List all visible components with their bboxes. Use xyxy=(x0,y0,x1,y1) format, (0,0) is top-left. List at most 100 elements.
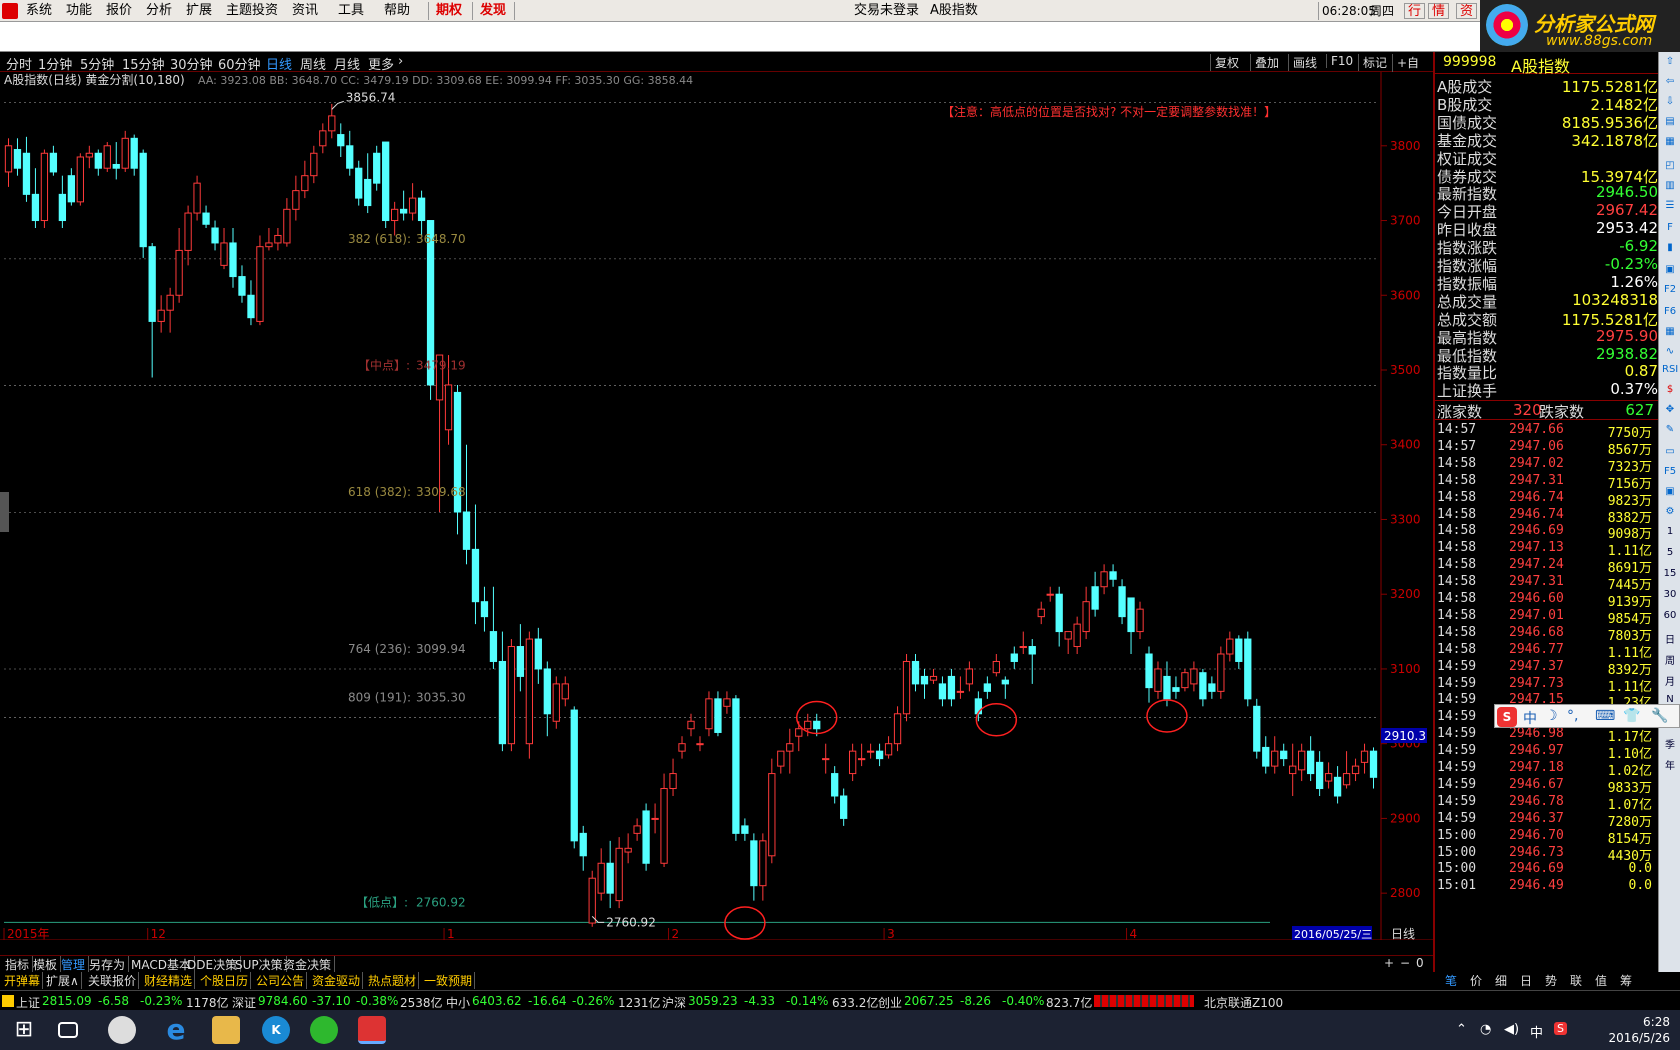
btn-draw-line[interactable]: 画线 xyxy=(1288,54,1321,71)
info-link[interactable]: 开弹幕 xyxy=(2,972,44,989)
quote-tab[interactable]: 势 xyxy=(1545,972,1557,989)
info-link[interactable]: 关联报价 xyxy=(86,972,140,989)
menu-theme-invest[interactable]: 主题投资 xyxy=(226,3,278,19)
indicator-tab[interactable]: 管理 xyxy=(58,956,90,973)
tf-daily[interactable]: 日线 xyxy=(266,54,292,73)
vbar-period[interactable]: 5 xyxy=(1662,547,1678,563)
menu-extend[interactable]: 扩展 xyxy=(186,3,212,19)
menu-help[interactable]: 帮助 xyxy=(384,3,410,19)
btn-fuquan[interactable]: 复权 xyxy=(1210,54,1243,71)
table-icon[interactable]: ▦ xyxy=(1662,326,1678,342)
quote-tab[interactable]: 价 xyxy=(1470,972,1482,989)
keyboard-icon[interactable]: ⌨ xyxy=(1595,708,1615,724)
info-link[interactable]: 扩展∧ xyxy=(44,972,82,989)
vbar-period[interactable]: 60 xyxy=(1662,610,1678,626)
menu-discover[interactable]: 发现 xyxy=(480,3,506,19)
f2-icon[interactable]: F2 xyxy=(1662,284,1678,300)
input-method-icon[interactable]: 中 xyxy=(1530,1022,1543,1041)
news-icon[interactable]: ▤ xyxy=(1662,116,1678,132)
menu-analysis[interactable]: 分析 xyxy=(146,3,172,19)
info-link[interactable]: 财经精选 xyxy=(142,972,196,989)
vbar-period[interactable]: 1 xyxy=(1662,526,1678,542)
network-icon[interactable]: ◔ xyxy=(1480,1022,1491,1037)
indicator-tab[interactable]: 另存为 xyxy=(86,956,130,973)
f10-icon[interactable]: F xyxy=(1662,222,1678,238)
vbar-period[interactable]: 周 xyxy=(1662,652,1678,668)
zoom-reset-button[interactable]: 0 xyxy=(1416,956,1424,970)
note-icon[interactable]: ▭ xyxy=(1662,446,1678,462)
tf-1min[interactable]: 1分钟 xyxy=(38,54,72,73)
chevron-up-icon[interactable]: ⌃ xyxy=(1456,1022,1467,1037)
browser-360-icon[interactable] xyxy=(310,1016,338,1044)
tf-30min[interactable]: 30分钟 xyxy=(170,54,213,73)
app-icon-1[interactable] xyxy=(108,1016,136,1044)
info-link[interactable]: 公司公告 xyxy=(254,972,308,989)
f5-icon[interactable]: F5 xyxy=(1662,466,1678,482)
indicator-tab[interactable]: 模板 xyxy=(30,956,62,973)
info-link[interactable]: 热点题材 xyxy=(366,972,420,989)
indicator-icon[interactable]: ∿ xyxy=(1662,346,1678,362)
k-app-icon[interactable]: K xyxy=(262,1016,290,1044)
task-view-icon[interactable] xyxy=(58,1022,78,1038)
skin-icon[interactable]: 👕 xyxy=(1623,708,1640,724)
menu-news[interactable]: 资讯 xyxy=(292,3,318,19)
moon-icon[interactable]: ☽ xyxy=(1545,708,1558,724)
indicator-tab[interactable]: 指标 xyxy=(2,956,34,973)
arrow-up-icon[interactable]: ⇧ xyxy=(1662,56,1678,72)
arrow-down-icon[interactable]: ⇩ xyxy=(1662,96,1678,112)
quote-tab[interactable]: 筹 xyxy=(1620,972,1632,989)
vbar-period[interactable]: 季 xyxy=(1662,736,1678,752)
bar-icon[interactable]: ▮ xyxy=(1662,242,1678,258)
indicator-tab[interactable]: 资金决策 xyxy=(280,956,336,973)
ime-lang[interactable]: 中 xyxy=(1523,708,1537,728)
volume-icon[interactable]: ◀) xyxy=(1504,1022,1519,1037)
vbar-period[interactable]: 月 xyxy=(1662,673,1678,689)
ime-toolbar[interactable]: S 中 ☽ °, ⌨ 👕 🔧 xyxy=(1494,704,1680,728)
menu-tools[interactable]: 工具 xyxy=(338,3,364,19)
arrow-left-icon[interactable]: ⇦ xyxy=(1662,76,1678,92)
btn-hangqing-1[interactable]: 行 xyxy=(1404,3,1426,19)
windows-start-icon[interactable]: ⊞ xyxy=(10,1016,38,1044)
tf-5min[interactable]: 5分钟 xyxy=(80,54,114,73)
info-link[interactable]: 资金驱动 xyxy=(310,972,364,989)
cog-icon[interactable]: ⚙ xyxy=(1662,506,1678,522)
edge-browser-icon[interactable]: e xyxy=(162,1016,190,1044)
indicator-tab[interactable]: SUP决策 xyxy=(232,956,287,973)
grid-icon[interactable]: ▦ xyxy=(1662,136,1678,152)
zoom-in-button[interactable]: + xyxy=(1384,956,1394,970)
btn-hangqing-2[interactable]: 情 xyxy=(1428,3,1450,19)
sogou-tray-icon[interactable]: S xyxy=(1554,1022,1567,1035)
vbar-period[interactable]: 年 xyxy=(1662,757,1678,773)
collapse-handle[interactable] xyxy=(0,492,9,532)
vbar-period[interactable]: 日 xyxy=(1662,631,1678,647)
vbar-period[interactable]: 15 xyxy=(1662,568,1678,584)
chart-icon[interactable]: ◰ xyxy=(1662,160,1678,176)
candle-icon[interactable]: ▥ xyxy=(1662,180,1678,196)
server-name[interactable]: 北京联通Z100 xyxy=(1204,994,1283,1011)
btn-zixun[interactable]: 资 xyxy=(1456,3,1478,19)
tf-monthly[interactable]: 月线 xyxy=(334,54,360,73)
file-explorer-icon[interactable] xyxy=(212,1016,240,1044)
wrench-icon[interactable]: 🔧 xyxy=(1651,708,1668,724)
move-icon[interactable]: ✥ xyxy=(1662,404,1678,420)
tf-fenshi[interactable]: 分时 xyxy=(6,54,32,73)
punct-icon[interactable]: °, xyxy=(1567,708,1578,724)
btn-mark[interactable]: 标记 xyxy=(1358,54,1391,71)
pen-icon[interactable]: ✎ xyxy=(1662,424,1678,440)
f6-icon[interactable]: F6 xyxy=(1662,306,1678,322)
info-link[interactable]: 个股日历 xyxy=(198,972,252,989)
menu-quote[interactable]: 报价 xyxy=(106,3,132,19)
rsi-icon[interactable]: RSI xyxy=(1662,364,1678,380)
btn-overlay[interactable]: 叠加 xyxy=(1250,54,1283,71)
btn-f10[interactable]: F10 xyxy=(1326,54,1357,68)
dollar-icon[interactable]: $ xyxy=(1662,384,1678,400)
info-link[interactable]: 一致预期 xyxy=(422,972,476,989)
menu-function[interactable]: 功能 xyxy=(66,3,92,19)
list-icon[interactable]: ☰ xyxy=(1662,200,1678,216)
tf-more[interactable]: 更多 xyxy=(368,54,394,73)
address-bar[interactable] xyxy=(0,22,1480,52)
vbar-period[interactable]: 30 xyxy=(1662,589,1678,605)
chevron-right-icon[interactable]: › xyxy=(398,54,403,69)
tf-weekly[interactable]: 周线 xyxy=(300,54,326,73)
candlestick-chart[interactable]: A股指数(日线) 黄金分割(10,180) AA: 3923.08 BB: 36… xyxy=(0,72,1433,940)
